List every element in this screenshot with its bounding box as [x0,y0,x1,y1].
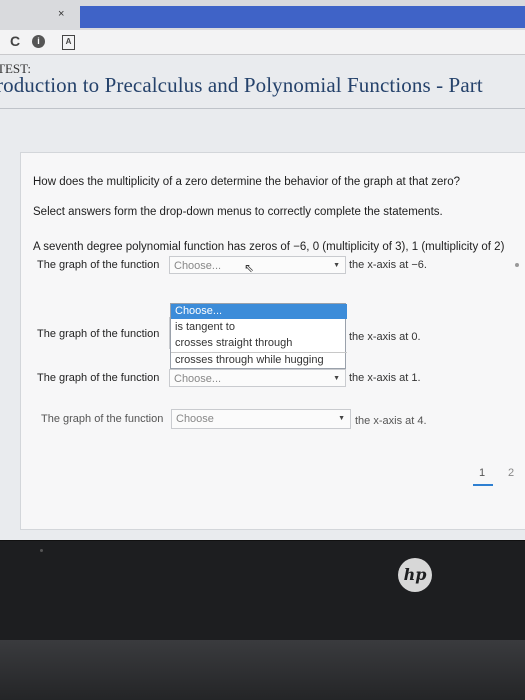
row-1-after-text: the x-axis at −6. [349,259,427,271]
row-4-select[interactable]: Choose ▼ [171,409,351,429]
row-3-select-value: Choose... [174,373,222,385]
chevron-down-icon: ▼ [333,262,340,269]
row-4-after-text: the x-axis at 4. [355,415,427,427]
browser-toolbar: C i A [0,30,525,55]
mouse-cursor-icon: ⇖ [244,261,255,275]
dropdown-menu: Choose... is tangent to crosses straight… [170,303,347,369]
laptop-screen: × C i A TEST: roduction to Precalculus a… [0,0,525,540]
chevron-down-icon: ▼ [338,415,345,422]
laptop-bezel [0,540,525,641]
browser-tab-bar: × [0,0,525,30]
page-1-link[interactable]: 1 [479,467,485,479]
dropdown-option-crosses-straight[interactable]: crosses straight through [171,336,347,351]
browser-title-strip [80,6,525,28]
page-title: roduction to Precalculus and Polynomial … [0,73,483,97]
dropdown-option-tangent[interactable]: is tangent to [171,320,347,335]
keyboard-edge [0,640,525,700]
scroll-dot [515,263,519,267]
pagination: 1 2 [451,467,525,486]
chevron-down-icon: ▼ [333,375,340,382]
row-3-label: The graph of the function [37,372,160,384]
row-1-label: The graph of the function [37,259,160,271]
row-1-select-value: Choose... [174,260,222,272]
question-statement: A seventh degree polynomial function has… [33,241,505,253]
reader-icon[interactable]: A [62,35,75,50]
current-page-indicator [473,484,493,486]
hp-logo: hp [398,558,432,592]
row-4-select-value: Choose [176,413,214,425]
row-2-label: The graph of the function [37,328,160,340]
reload-icon[interactable]: C [10,33,20,49]
row-1-select[interactable]: Choose... ⇖ ▼ [169,256,346,275]
dropdown-option-crosses-hugging[interactable]: crosses through while hugging [171,352,347,367]
question-prompt: How does the multiplicity of a zero dete… [33,176,461,188]
row-3-select[interactable]: Choose... ▼ [169,369,346,387]
row-3-after-text: the x-axis at 1. [349,372,421,384]
bezel-dot [40,549,43,552]
info-icon[interactable]: i [32,35,45,48]
question-instructions: Select answers form the drop-down menus … [33,206,443,218]
dropdown-option-choose[interactable]: Choose... [171,304,347,319]
header-divider [0,108,525,109]
tab-close-icon[interactable]: × [58,8,64,20]
row-2-after-text: the x-axis at 0. [349,331,421,343]
row-4-label: The graph of the function [41,413,164,425]
page-2-link[interactable]: 2 [508,467,514,479]
